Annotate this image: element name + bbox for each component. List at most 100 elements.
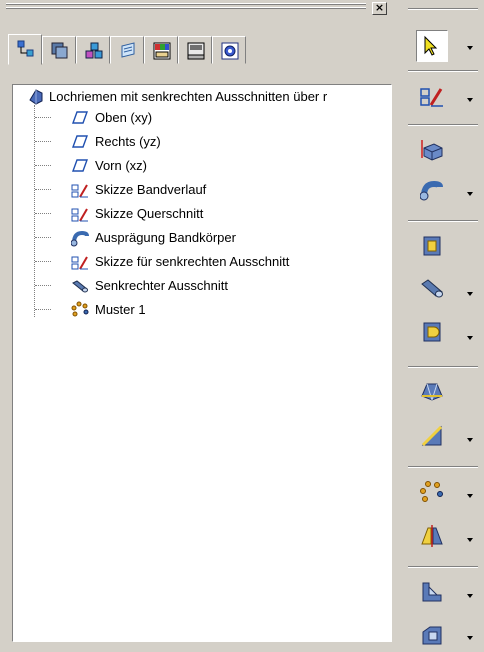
hole-button[interactable] <box>416 230 448 262</box>
toolbar-separator <box>408 8 478 10</box>
pattern-icon <box>71 301 89 317</box>
tree-item-label: Rechts (yz) <box>95 133 161 149</box>
close-button[interactable]: × <box>372 2 387 15</box>
toolbar-separator <box>408 220 478 222</box>
cut-icon <box>72 280 88 293</box>
feature-tree: Lochriemen mit senkrechten Ausschnitten … <box>12 84 392 642</box>
chevron-down-icon[interactable] <box>466 492 474 500</box>
feature-toolbar <box>404 0 484 645</box>
chevron-down-icon[interactable] <box>466 436 474 444</box>
select-button[interactable] <box>416 30 448 62</box>
tab-feature-tree[interactable] <box>8 34 42 65</box>
sketch-icon <box>71 208 88 222</box>
sweep-button[interactable] <box>416 174 448 206</box>
rib-icon <box>422 582 442 602</box>
sweep-icon <box>420 180 443 201</box>
tree-connector <box>35 237 51 238</box>
tree-item-label: Oben (xy) <box>95 109 153 125</box>
tree-item-muster[interactable]: Muster 1 <box>71 298 146 320</box>
pattern-button[interactable] <box>416 476 448 508</box>
tree-item-label: Skizze Querschnitt <box>95 205 204 221</box>
tab-colors[interactable] <box>144 36 178 64</box>
tab-layers[interactable] <box>42 36 76 64</box>
part-icon <box>29 89 43 105</box>
tree-connector <box>35 261 51 262</box>
panel-grip-line[interactable] <box>6 3 366 5</box>
color-palette-icon <box>153 42 171 60</box>
tree-item-auspraegung[interactable]: Ausprägung Bandkörper <box>71 226 236 248</box>
tree-item-skizze-ausschnitt[interactable]: Skizze für senkrechten Ausschnitt <box>71 250 289 272</box>
chevron-down-icon[interactable] <box>466 290 474 298</box>
tree-item-skizze-querschnitt[interactable]: Skizze Querschnitt <box>71 202 203 224</box>
mirror-button[interactable] <box>416 520 448 552</box>
shell-icon <box>422 626 442 645</box>
tree-root-part[interactable]: Lochriemen mit senkrechten Ausschnitten … <box>27 85 327 107</box>
chevron-down-icon[interactable] <box>466 592 474 600</box>
chevron-down-icon[interactable] <box>466 96 474 104</box>
tree-item-label: Vorn (xz) <box>95 157 148 173</box>
toolbar-separator <box>408 124 478 126</box>
tab-assembly[interactable] <box>76 36 110 64</box>
tree-item-senkrechter-ausschnitt[interactable]: Senkrechter Ausschnitt <box>71 274 228 296</box>
select-arrow-icon <box>424 35 438 56</box>
rib-button[interactable] <box>416 576 448 608</box>
assembly-icon <box>85 42 103 59</box>
toolbar-separator <box>408 466 478 468</box>
toolbar-separator <box>408 566 478 568</box>
tree-structure-icon <box>17 40 34 57</box>
tree-item-label: Senkrechter Ausschnitt <box>95 277 228 293</box>
shell-button[interactable] <box>416 620 448 652</box>
sweep-icon <box>71 230 89 247</box>
chevron-down-icon[interactable] <box>466 536 474 544</box>
tree-connector <box>35 309 51 310</box>
chamfer-icon <box>421 425 443 447</box>
plane-icon <box>72 135 88 148</box>
tree-connector <box>35 189 51 190</box>
cylinder-cut-icon <box>421 279 443 298</box>
panel-grip-line[interactable] <box>6 7 366 9</box>
document-manager-icon <box>187 42 205 60</box>
tab-settings[interactable] <box>212 36 246 64</box>
loft-icon <box>421 383 443 401</box>
tree-item-rechts[interactable]: Rechts (yz) <box>71 130 161 152</box>
tree-root-label: Lochriemen mit senkrechten Ausschnitten … <box>49 88 328 104</box>
extrude-button[interactable] <box>416 134 448 166</box>
tree-item-skizze-bandverlauf[interactable]: Skizze Bandverlauf <box>71 178 206 200</box>
tree-item-oben[interactable]: Oben (xy) <box>71 106 152 128</box>
mirror-icon <box>421 525 443 547</box>
chevron-down-icon[interactable] <box>466 44 474 52</box>
tab-sheets[interactable] <box>110 36 144 64</box>
chevron-down-icon[interactable] <box>466 334 474 342</box>
tree-item-label: Skizze für senkrechten Ausschnitt <box>95 253 290 269</box>
chevron-down-icon[interactable] <box>466 190 474 198</box>
extrude-icon <box>421 140 443 161</box>
tree-connector <box>35 285 51 286</box>
pocket-button[interactable] <box>416 316 448 348</box>
loft-button[interactable] <box>416 376 448 408</box>
tree-connector <box>35 141 51 142</box>
plane-icon <box>72 111 88 124</box>
tree-item-label: Ausprägung Bandkörper <box>95 229 236 245</box>
tree-item-label: Muster 1 <box>95 301 146 317</box>
tree-connector <box>35 165 51 166</box>
tree-connector <box>35 213 51 214</box>
tree-connector <box>35 117 51 118</box>
pocket-icon <box>423 322 441 342</box>
sketch-icon <box>71 256 88 270</box>
chamfer-button[interactable] <box>416 420 448 452</box>
sketch-icon <box>420 88 443 107</box>
tree-item-label: Skizze Bandverlauf <box>95 181 207 197</box>
sheets-icon <box>121 42 135 58</box>
pattern-icon <box>420 481 443 502</box>
plane-icon <box>72 159 88 172</box>
sketch-button[interactable] <box>416 80 448 112</box>
layers-stack-icon <box>51 42 68 59</box>
settings-icon <box>221 42 239 60</box>
tree-item-vorn[interactable]: Vorn (xz) <box>71 154 147 176</box>
chevron-down-icon[interactable] <box>466 634 474 642</box>
tab-document-manager[interactable] <box>178 36 212 64</box>
toolbar-separator <box>408 70 478 72</box>
toolbar-separator <box>408 366 478 368</box>
panel-tabs <box>8 34 348 65</box>
cylinder-cut-button[interactable] <box>416 272 448 304</box>
